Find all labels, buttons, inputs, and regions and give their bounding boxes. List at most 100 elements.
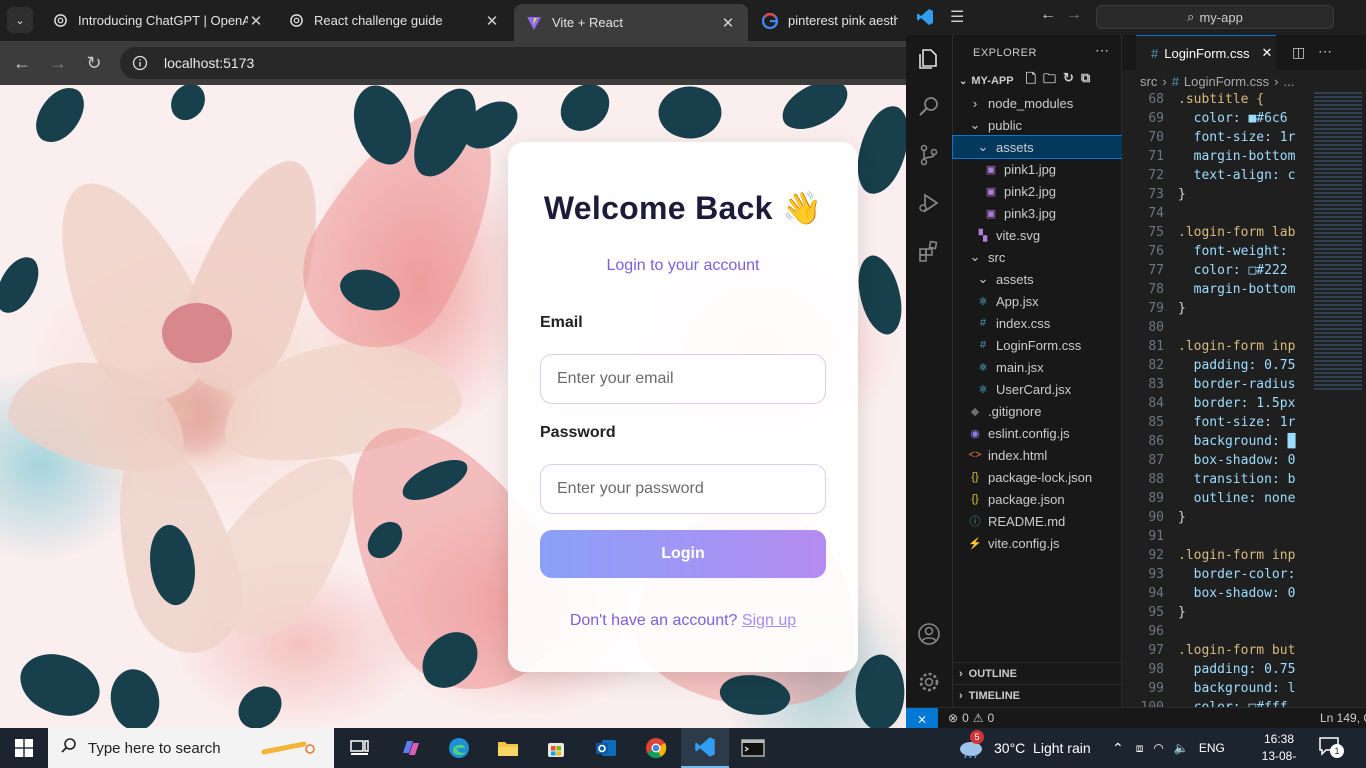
timeline-section[interactable]: › TIMELINE — [953, 684, 1122, 706]
notification-center-icon[interactable]: 1 — [1318, 736, 1348, 760]
collapse-all-icon[interactable]: ⧉ — [1081, 70, 1090, 92]
tree-item[interactable]: ⚛ main.jsx — [953, 356, 1122, 378]
tree-item[interactable]: {} package-lock.json — [953, 466, 1122, 488]
tree-item[interactable]: › node_modules — [953, 92, 1122, 114]
edge-icon[interactable] — [435, 728, 483, 768]
new-file-icon[interactable]: 🗋 — [1026, 70, 1036, 92]
cursor-position[interactable]: Ln 149, C — [1320, 711, 1366, 725]
tree-item[interactable]: ⌄ assets — [952, 135, 1123, 159]
tree-item[interactable]: ◉ eslint.config.js — [953, 422, 1122, 444]
remote-indicator-icon[interactable]: ⨯ — [906, 708, 938, 729]
tree-item-label: UserCard.jsx — [996, 381, 1072, 397]
tree-item[interactable]: ▣ pink2.jpg — [953, 180, 1122, 202]
close-tab-icon[interactable]: ✕ — [248, 12, 264, 30]
chevron-up-icon[interactable]: ⌃ — [1112, 740, 1124, 757]
taskbar-search[interactable]: Type here to search — [48, 728, 334, 768]
close-tab-icon[interactable]: ✕ — [720, 14, 736, 32]
gear-icon[interactable] — [915, 668, 943, 696]
volume-icon[interactable]: 🔈 — [1174, 741, 1189, 755]
tree-item[interactable]: {} package.json — [953, 488, 1122, 510]
tree-item[interactable]: ⌄ assets — [953, 268, 1122, 290]
explorer-icon[interactable] — [915, 45, 943, 73]
tab-loginform-css[interactable]: # LoginForm.css ✕ — [1136, 35, 1276, 70]
outlook-icon[interactable] — [582, 728, 630, 768]
signup-link[interactable]: Sign up — [742, 612, 796, 629]
account-icon[interactable] — [915, 620, 943, 648]
store-icon[interactable] — [532, 728, 580, 768]
problems-indicator[interactable]: ⊗ 0 ⚠ 0 — [948, 711, 994, 725]
tree-item[interactable]: ▣ pink3.jpg — [953, 202, 1122, 224]
tree-item[interactable]: ⌄ public — [953, 114, 1122, 136]
forward-arrow-icon[interactable]: → — [1066, 6, 1082, 24]
forward-arrow-icon[interactable]: → — [46, 51, 70, 75]
weather-text: 30°C Light rain — [994, 740, 1091, 756]
breadcrumb-file[interactable]: LoginForm.css — [1184, 74, 1269, 89]
tree-item[interactable]: ▚ vite.svg — [953, 224, 1122, 246]
close-icon[interactable]: ✕ — [1261, 45, 1272, 61]
meet-now-icon[interactable]: ⧈ — [1136, 741, 1144, 756]
language-indicator[interactable]: ENG — [1199, 741, 1225, 755]
vscode-icon[interactable] — [681, 728, 729, 768]
site-info-icon[interactable] — [130, 53, 150, 73]
clock[interactable]: 16:38 13-08-2025 — [1250, 731, 1308, 768]
chevron-right-icon: › — [972, 95, 978, 111]
tab-title: Vite + React — [552, 15, 623, 30]
tree-item-label: node_modules — [988, 95, 1074, 111]
copilot-icon[interactable] — [386, 728, 434, 768]
windows-start-icon[interactable] — [0, 728, 48, 768]
login-button[interactable]: Login — [540, 530, 826, 578]
tab-search-button[interactable]: ⌄ — [7, 7, 33, 33]
tree-item[interactable]: # LoginForm.css — [953, 334, 1122, 356]
tab-react-guide[interactable]: React challenge guide ✕ — [276, 4, 512, 37]
tree-item[interactable]: ▣ pink1.jpg — [953, 158, 1122, 180]
code-editor[interactable]: 68 .subtitle {69 color: ■#6c6 70 font-size… — [1122, 92, 1312, 707]
code-text: } — [1178, 187, 1186, 202]
breadcrumb-symbol[interactable]: ... — [1284, 74, 1295, 89]
new-folder-icon[interactable]: 🗀 — [1043, 70, 1056, 92]
breadcrumb-src[interactable]: src — [1140, 74, 1157, 89]
code-text: .subtitle { — [1178, 92, 1265, 107]
tree-item[interactable]: ⚡ vite.config.js — [953, 532, 1122, 554]
chevron-right-icon: › — [959, 667, 963, 680]
run-debug-icon[interactable] — [915, 189, 943, 217]
wifi-icon[interactable]: ◠ — [1153, 741, 1163, 755]
menu-icon[interactable]: ☰ — [950, 7, 964, 27]
extensions-icon[interactable] — [915, 237, 943, 265]
tree-item[interactable]: <> index.html — [953, 444, 1122, 466]
tree-item-label: main.jsx — [996, 359, 1044, 375]
refresh-icon[interactable]: ↻ — [1063, 70, 1074, 92]
reload-icon[interactable]: ↻ — [82, 51, 106, 75]
minimap[interactable] — [1314, 92, 1362, 392]
tab-pinterest[interactable]: pinterest pink aesthetic — [750, 4, 906, 37]
tree-item[interactable]: ⓘ README.md — [953, 510, 1122, 532]
code-line: 81 .login-form inp — [1122, 339, 1312, 358]
task-view-icon[interactable] — [336, 728, 384, 768]
command-center-search[interactable]: ⌕ my-app — [1096, 5, 1334, 29]
tab-label: LoginForm.css — [1164, 45, 1250, 61]
outline-section[interactable]: › OUTLINE — [953, 662, 1122, 684]
tree-item[interactable]: ⚛ UserCard.jsx — [953, 378, 1122, 400]
tree-item[interactable]: # index.css — [953, 312, 1122, 334]
weather-widget[interactable]: 5 30°C Light rain — [958, 728, 1108, 768]
password-field[interactable] — [540, 464, 826, 514]
back-arrow-icon[interactable]: ← — [10, 51, 34, 75]
tree-item[interactable]: ⚛ App.jsx — [953, 290, 1122, 312]
search-icon[interactable] — [915, 93, 943, 121]
tree-item[interactable]: ⌄ src — [953, 246, 1122, 268]
chrome-icon[interactable] — [632, 728, 680, 768]
back-arrow-icon[interactable]: ← — [1040, 6, 1056, 24]
source-control-icon[interactable] — [915, 141, 943, 169]
tree-item[interactable]: ◆ .gitignore — [953, 400, 1122, 422]
more-actions-icon[interactable]: ⋯ — [1318, 43, 1332, 60]
split-editor-icon[interactable]: ◫ — [1292, 44, 1305, 61]
tab-vite-react[interactable]: Vite + React ✕ — [514, 4, 748, 41]
address-bar[interactable]: localhost:5173 — [120, 47, 906, 79]
terminal-icon[interactable] — [729, 728, 777, 768]
file-explorer-icon[interactable] — [484, 728, 532, 768]
close-tab-icon[interactable]: ✕ — [484, 12, 500, 30]
code-line: 71 margin-bottom — [1122, 149, 1312, 168]
workspace-root[interactable]: ⌄ MY-APP 🗋 🗀 ↻ ⧉ — [953, 70, 1122, 92]
email-field[interactable] — [540, 354, 826, 404]
more-actions-icon[interactable]: ⋯ — [1095, 42, 1110, 59]
tab-chatgpt[interactable]: Introducing ChatGPT | OpenAI ✕ — [40, 4, 276, 37]
